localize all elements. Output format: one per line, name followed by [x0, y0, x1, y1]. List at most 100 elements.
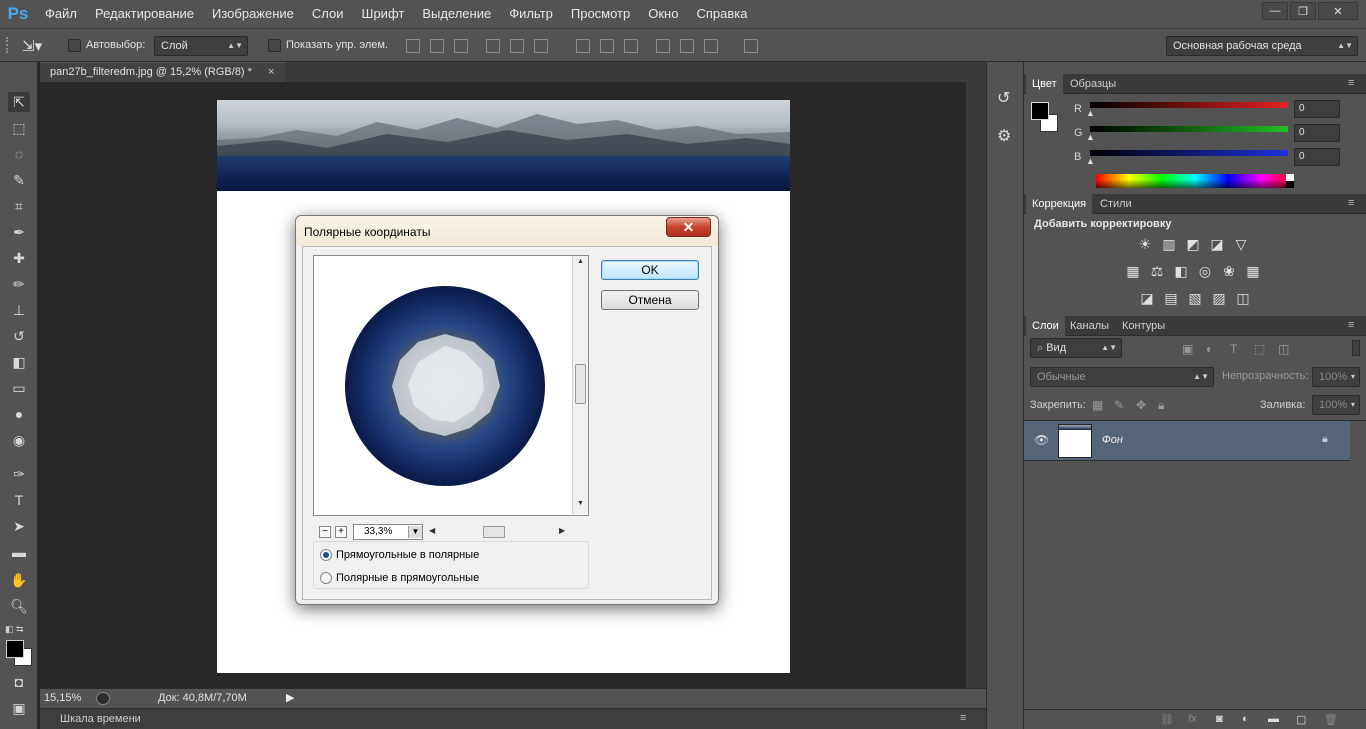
brush-tool-icon[interactable]: ✏ — [8, 274, 30, 294]
canvas-vertical-scrollbar[interactable] — [966, 82, 986, 688]
channel-b-thumb[interactable]: ▲ — [1086, 156, 1095, 166]
layers-panel-menu-icon[interactable]: ≡ — [1348, 319, 1354, 331]
lock-position-icon[interactable]: ✥ — [1136, 398, 1146, 412]
posterize-icon[interactable]: ▤ — [1162, 290, 1180, 306]
layer-filter-select[interactable]: ⌕ Вид ▲▼ — [1030, 338, 1122, 358]
gradient-tool-icon[interactable]: ▭ — [8, 378, 30, 398]
lock-pixels-icon[interactable]: ✎ — [1114, 398, 1124, 412]
align-hcenter-icon[interactable] — [510, 39, 524, 53]
threshold-icon[interactable]: ▧ — [1186, 290, 1204, 306]
channel-r-thumb[interactable]: ▲ — [1086, 108, 1095, 118]
auto-align-icon[interactable] — [744, 39, 758, 53]
color-fg-swatch[interactable] — [1031, 102, 1049, 120]
autoselect-checkbox[interactable] — [68, 39, 81, 52]
layer-name[interactable]: Фон — [1102, 434, 1123, 446]
status-info-icon[interactable] — [96, 692, 110, 705]
tab-layers[interactable]: Слои — [1026, 316, 1065, 336]
tab-color[interactable]: Цвет — [1026, 74, 1063, 94]
polar-to-rect-label[interactable]: Полярные в прямоугольные — [336, 572, 479, 584]
dialog-close-button[interactable]: ✕ — [666, 217, 711, 237]
quick-mask-icon[interactable]: ◘ — [8, 672, 30, 692]
rectangle-tool-icon[interactable]: ▬ — [8, 542, 30, 562]
channel-mixer-icon[interactable]: ❀ — [1220, 263, 1238, 279]
menu-layers[interactable]: Слои — [303, 0, 353, 28]
crop-tool-icon[interactable]: ⌗ — [8, 196, 30, 216]
close-app-button[interactable]: ✕ — [1318, 2, 1358, 20]
blend-mode-select[interactable]: Обычные ▲▼ — [1030, 367, 1214, 387]
screen-mode-icon[interactable]: ▣ — [8, 698, 30, 718]
color-lookup-icon[interactable]: ▦ — [1244, 263, 1262, 279]
menu-filter[interactable]: Фильтр — [500, 0, 562, 28]
align-bottom-icon[interactable] — [454, 39, 468, 53]
menu-select[interactable]: Выделение — [413, 0, 500, 28]
blur-tool-icon[interactable]: ● — [8, 404, 30, 424]
new-adjustment-layer-icon[interactable]: ◐ — [1242, 713, 1249, 725]
menu-image[interactable]: Изображение — [203, 0, 303, 28]
align-top-icon[interactable] — [406, 39, 420, 53]
preview-scroll-right-icon[interactable]: ▶ — [559, 526, 565, 535]
polar-to-rect-radio[interactable] — [320, 572, 332, 584]
menu-file[interactable]: Файл — [36, 0, 86, 28]
new-group-icon[interactable]: ▬ — [1268, 713, 1279, 725]
align-left-icon[interactable] — [486, 39, 500, 53]
properties-panel-icon[interactable]: ⚙ — [997, 126, 1011, 146]
distribute-right-icon[interactable] — [704, 39, 718, 53]
channel-r-slider[interactable] — [1090, 102, 1288, 108]
pen-tool-icon[interactable]: ✑ — [8, 464, 30, 484]
cancel-button[interactable]: Отмена — [601, 290, 699, 310]
eraser-tool-icon[interactable]: ◧ — [8, 352, 30, 372]
menu-edit[interactable]: Редактирование — [86, 0, 203, 28]
channel-g-slider[interactable] — [1090, 126, 1288, 132]
lasso-tool-icon[interactable]: ◌ — [8, 144, 30, 164]
filter-toggle[interactable] — [1352, 340, 1360, 356]
rect-to-polar-label[interactable]: Прямоугольные в полярные — [336, 549, 479, 561]
dodge-tool-icon[interactable]: ◉ — [8, 430, 30, 450]
ok-button[interactable]: OK — [601, 260, 699, 280]
channel-r-value[interactable]: 0 — [1294, 100, 1340, 118]
filter-adjustment-icon[interactable]: ◐ — [1206, 342, 1213, 356]
move-tool-icon[interactable]: ⇱ — [8, 92, 30, 112]
distribute-left-icon[interactable] — [656, 39, 670, 53]
move-tool-preset-icon[interactable]: ⇲▾ — [22, 37, 42, 55]
preview-scroll-left-icon[interactable]: ◀ — [429, 526, 435, 535]
workspace-select[interactable]: Основная рабочая среда ▲▼ — [1166, 36, 1358, 56]
preview-vertical-scrollbar[interactable]: ▲ ▼ — [572, 256, 588, 514]
distribute-hcenter-icon[interactable] — [680, 39, 694, 53]
distribute-top-icon[interactable] — [576, 39, 590, 53]
selective-color-icon[interactable]: ◫ — [1234, 290, 1252, 306]
tab-adjustments[interactable]: Коррекция — [1026, 194, 1093, 214]
levels-icon[interactable]: ▥ — [1160, 236, 1178, 252]
exposure-icon[interactable]: ◪ — [1208, 236, 1226, 252]
tab-styles[interactable]: Стили — [1094, 194, 1138, 214]
delete-layer-icon[interactable]: 🗑︎ — [1324, 713, 1338, 726]
rect-to-polar-radio[interactable] — [320, 549, 332, 561]
status-menu-arrow-icon[interactable]: ▶ — [286, 691, 294, 704]
opacity-input[interactable]: 100% ▾ — [1312, 367, 1360, 387]
black-white-icon[interactable]: ◧ — [1172, 263, 1190, 279]
filter-shape-icon[interactable]: ⬚ — [1254, 342, 1265, 356]
filter-smart-object-icon[interactable]: ◫ — [1278, 342, 1289, 356]
menu-help[interactable]: Справка — [687, 0, 756, 28]
restore-button[interactable]: ❐ — [1290, 2, 1316, 20]
color-panel-menu-icon[interactable]: ≡ — [1348, 77, 1354, 89]
align-right-icon[interactable] — [534, 39, 548, 53]
tab-swatches[interactable]: Образцы — [1064, 74, 1122, 94]
type-tool-icon[interactable]: T — [8, 490, 30, 510]
vibrance-icon[interactable]: ▽ — [1232, 236, 1250, 252]
chevron-down-icon[interactable]: ▼ — [408, 526, 422, 538]
filter-preview[interactable]: ▲ ▼ — [313, 255, 589, 516]
invert-icon[interactable]: ◪ — [1138, 290, 1156, 306]
zoom-level[interactable]: 15,15% — [44, 692, 81, 704]
path-select-tool-icon[interactable]: ➤ — [8, 516, 30, 536]
color-spectrum-ramp[interactable] — [1096, 174, 1294, 188]
show-transform-checkbox[interactable] — [268, 39, 281, 52]
preview-zoom-select[interactable]: 33,3% ▼ — [353, 524, 423, 540]
healing-brush-tool-icon[interactable]: ✚ — [8, 248, 30, 268]
minimize-button[interactable]: — — [1262, 2, 1288, 20]
history-brush-tool-icon[interactable]: ↺ — [8, 326, 30, 346]
lock-transparent-icon[interactable]: ▦ — [1092, 398, 1103, 412]
hand-tool-icon[interactable]: ✋ — [8, 570, 30, 590]
layer-style-fx-icon[interactable]: fx — [1188, 713, 1197, 725]
menu-type[interactable]: Шрифт — [353, 0, 414, 28]
add-mask-icon[interactable]: ◙ — [1216, 713, 1223, 725]
